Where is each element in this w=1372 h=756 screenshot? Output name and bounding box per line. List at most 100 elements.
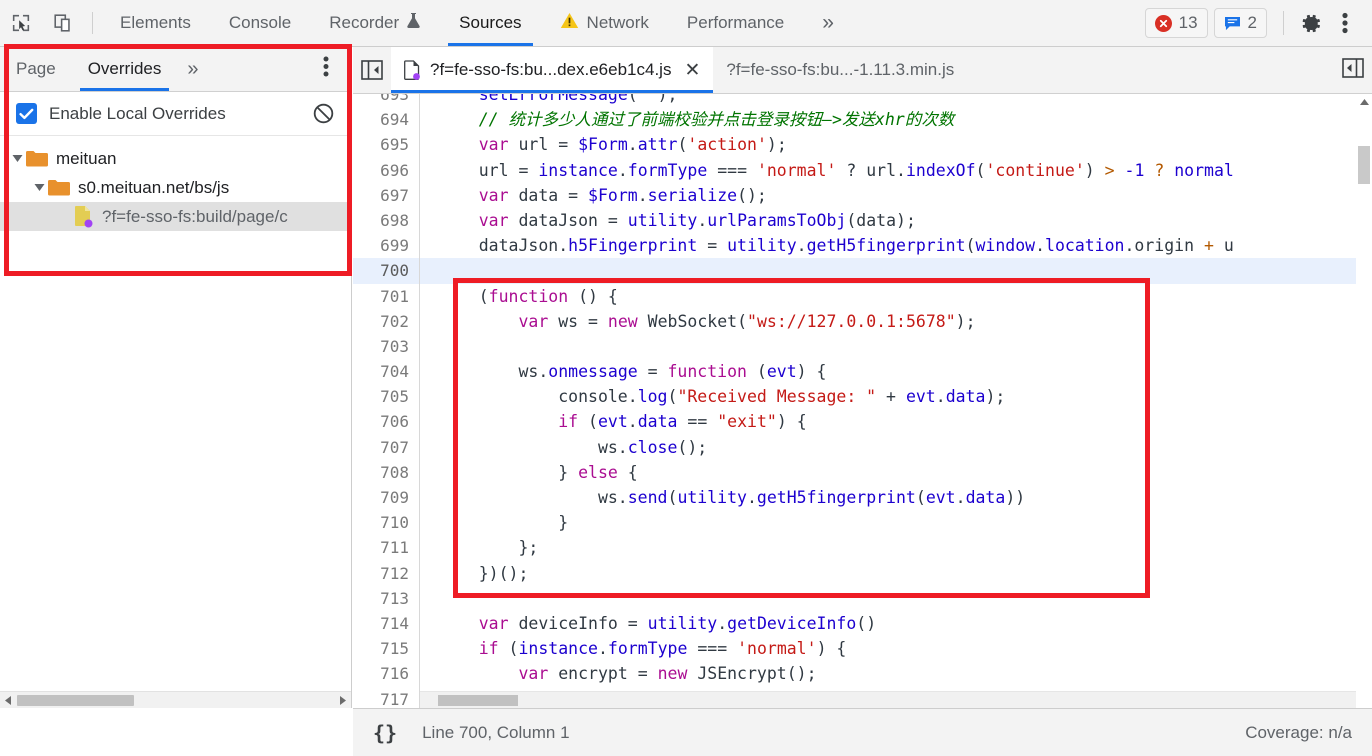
code-line[interactable]: 702 var ws = new WebSocket("ws://127.0.0…	[353, 308, 1372, 334]
tab-console[interactable]: Console	[210, 0, 310, 46]
tree-row[interactable]: s0.meituan.net/bs/js	[0, 173, 351, 202]
show-debugger-icon[interactable]	[1342, 57, 1364, 83]
line-number[interactable]: 697	[353, 182, 420, 208]
line-number[interactable]: 706	[353, 409, 420, 435]
code-line[interactable]: 695 var url = $Form.attr('action');	[353, 132, 1372, 158]
code-line[interactable]: 708 } else {	[353, 459, 1372, 485]
code-text[interactable]: // 统计多少人通过了前端校验并点击登录按钮—>发送xhr的次数	[420, 107, 954, 132]
close-icon[interactable]: ✕	[684, 61, 700, 80]
code-text[interactable]: (function () {	[420, 284, 618, 309]
tab-sources[interactable]: Sources	[440, 0, 540, 46]
line-number[interactable]: 705	[353, 384, 420, 410]
code-text[interactable]: url = instance.formType === 'normal' ? u…	[420, 158, 1234, 183]
line-number[interactable]: 709	[353, 485, 420, 511]
editor-tab-inactive[interactable]: ?f=fe-sso-fs:bu...-1.11.3.min.js	[713, 47, 967, 93]
gear-icon[interactable]	[1294, 6, 1328, 40]
line-number[interactable]: 710	[353, 510, 420, 536]
line-number[interactable]: 713	[353, 585, 420, 611]
code-text[interactable]: ws.onmessage = function (evt) {	[420, 359, 826, 384]
code-text[interactable]: var dataJson = utility.urlParamsToObj(da…	[420, 208, 916, 233]
code-line[interactable]: 712 })();	[353, 560, 1372, 586]
code-line[interactable]: 701 (function () {	[353, 283, 1372, 309]
code-line[interactable]: 696 url = instance.formType === 'normal'…	[353, 157, 1372, 183]
code-text[interactable]: setErrorMessage('');	[420, 94, 678, 107]
code-text[interactable]: if (instance.formType === 'normal') {	[420, 636, 847, 661]
code-text[interactable]: var url = $Form.attr('action');	[420, 132, 787, 157]
line-number[interactable]: 701	[353, 283, 420, 309]
more-panels-button[interactable]: »	[803, 0, 853, 46]
navigator-more-tabs-button[interactable]: »	[177, 58, 208, 81]
code-viewer[interactable]: 693 setErrorMessage(''); 694 // 统计多少人通过了前…	[353, 94, 1372, 708]
code-line[interactable]: 713	[353, 585, 1372, 611]
code-text[interactable]: };	[420, 535, 538, 560]
tab-performance[interactable]: Performance	[668, 0, 803, 46]
line-number[interactable]: 715	[353, 636, 420, 662]
enable-local-overrides-checkbox[interactable]	[16, 103, 37, 124]
message-counter-button[interactable]: 2	[1213, 8, 1267, 38]
device-toolbar-icon[interactable]	[42, 0, 84, 46]
line-number[interactable]: 717	[353, 686, 420, 708]
line-number[interactable]: 698	[353, 207, 420, 234]
code-line[interactable]: 705 console.log("Received Message: " + e…	[353, 384, 1372, 410]
navigator-tab-page[interactable]: Page	[0, 47, 72, 91]
error-counter-button[interactable]: 13	[1144, 8, 1208, 38]
code-text[interactable]: console.log("Received Message: " + evt.d…	[420, 384, 1005, 409]
code-hscroll-thumb[interactable]	[438, 695, 518, 706]
line-number[interactable]: 704	[353, 359, 420, 385]
navigator-horizontal-scrollbar[interactable]	[0, 691, 351, 708]
tree-row[interactable]: meituan	[0, 144, 351, 173]
code-text[interactable]: var encrypt = new JSEncrypt();	[420, 661, 816, 686]
line-number[interactable]: 708	[353, 459, 420, 485]
code-text[interactable]: var data = $Form.serialize();	[420, 183, 767, 208]
code-line[interactable]: 700	[353, 258, 1372, 284]
code-text[interactable]: ws.close();	[420, 435, 707, 460]
show-navigator-icon[interactable]	[353, 47, 391, 93]
line-number[interactable]: 707	[353, 434, 420, 460]
chevron-down-icon[interactable]	[30, 183, 48, 192]
navigator-scroll-thumb[interactable]	[17, 695, 134, 706]
clear-configuration-icon[interactable]	[312, 102, 335, 125]
line-number[interactable]: 700	[353, 258, 420, 284]
code-line[interactable]: 709 ws.send(utility.getH5fingerprint(evt…	[353, 485, 1372, 511]
code-text[interactable]: var deviceInfo = utility.getDeviceInfo()	[420, 611, 876, 636]
code-text[interactable]: } else {	[420, 460, 638, 485]
code-horizontal-scrollbar[interactable]	[420, 691, 1356, 708]
code-line[interactable]: 694 // 统计多少人通过了前端校验并点击登录按钮—>发送xhr的次数	[353, 107, 1372, 133]
code-text[interactable]: ws.send(utility.getH5fingerprint(evt.dat…	[420, 485, 1025, 510]
line-number[interactable]: 695	[353, 132, 420, 158]
line-number[interactable]: 699	[353, 233, 420, 259]
code-line[interactable]: 699 dataJson.h5Fingerprint = utility.get…	[353, 233, 1372, 259]
code-line[interactable]: 716 var encrypt = new JSEncrypt();	[353, 661, 1372, 687]
code-text[interactable]: dataJson.h5Fingerprint = utility.getH5fi…	[420, 233, 1234, 258]
code-line[interactable]: 714 var deviceInfo = utility.getDeviceIn…	[353, 610, 1372, 637]
line-number[interactable]: 694	[353, 107, 420, 133]
line-number[interactable]: 696	[353, 157, 420, 183]
navigator-tab-overrides[interactable]: Overrides	[72, 47, 178, 91]
tree-row[interactable]: ?f=fe-sso-fs:build/page/c	[0, 202, 351, 231]
tab-network[interactable]: Network	[541, 0, 668, 46]
line-number[interactable]: 714	[353, 610, 420, 637]
code-line[interactable]: 710 }	[353, 510, 1372, 536]
tab-elements[interactable]: Elements	[101, 0, 210, 46]
code-text[interactable]: var ws = new WebSocket("ws://127.0.0.1:5…	[420, 309, 975, 334]
scroll-left-arrow-icon[interactable]	[0, 692, 17, 709]
code-line[interactable]: 704 ws.onmessage = function (evt) {	[353, 359, 1372, 385]
chevron-down-icon[interactable]	[8, 154, 26, 163]
code-line[interactable]: 693 setErrorMessage('');	[353, 94, 1372, 108]
enable-local-overrides-row[interactable]: Enable Local Overrides	[0, 92, 351, 136]
inspect-cursor-icon[interactable]	[0, 0, 42, 46]
code-line[interactable]: 706 if (evt.data == "exit") {	[353, 409, 1372, 435]
code-line[interactable]: 703	[353, 333, 1372, 360]
navigator-menu-icon[interactable]	[323, 56, 329, 82]
pretty-print-braces-icon[interactable]: {}	[373, 721, 397, 745]
code-line[interactable]: 711 };	[353, 535, 1372, 561]
line-number[interactable]: 711	[353, 535, 420, 561]
code-line[interactable]: 715 if (instance.formType === 'normal') …	[353, 636, 1372, 662]
editor-tab-active[interactable]: ?f=fe-sso-fs:bu...dex.e6eb1c4.js ✕	[391, 47, 714, 93]
code-text[interactable]: if (evt.data == "exit") {	[420, 409, 806, 434]
line-number[interactable]: 702	[353, 308, 420, 334]
code-line[interactable]: 707 ws.close();	[353, 434, 1372, 460]
code-line[interactable]: 698 var dataJson = utility.urlParamsToOb…	[353, 207, 1372, 234]
code-text[interactable]: }	[420, 510, 568, 535]
code-text[interactable]: })();	[420, 561, 529, 586]
